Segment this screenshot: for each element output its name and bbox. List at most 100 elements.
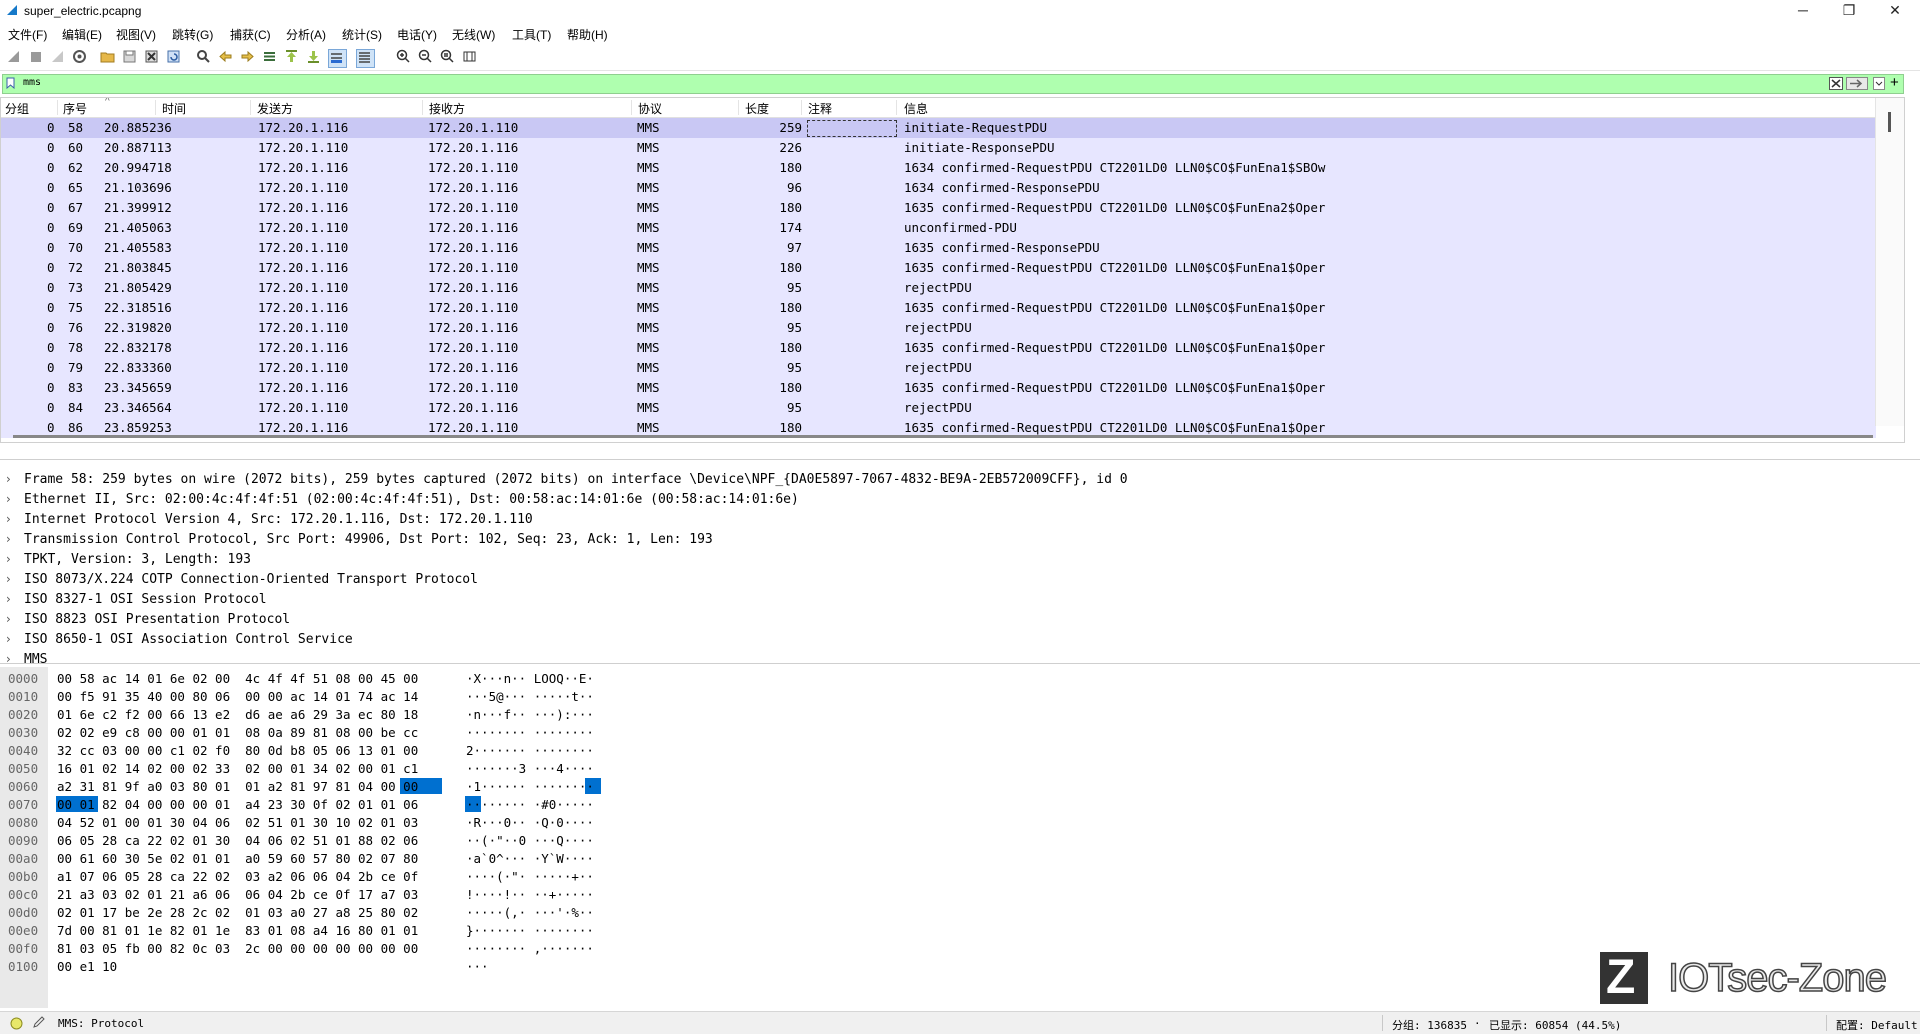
hex-bytes[interactable]: 21 a3 03 02 01 21 a6 06 06 04 2b ce 0f 1… — [57, 887, 418, 902]
packet-row[interactable]: 0 83 23.345659 172.20.1.116 172.20.1.110 MMS 1… — [1, 378, 1876, 398]
clear-filter-icon[interactable] — [1829, 77, 1843, 90]
hex-bytes[interactable]: 00 f5 91 35 40 00 80 06 00 00 ac 14 01 7… — [57, 689, 418, 704]
hex-bytes[interactable]: 02 01 17 be 2e 28 2c 02 01 03 a0 27 a8 2… — [57, 905, 418, 920]
filter-dropdown-icon[interactable] — [1873, 77, 1885, 90]
ascii-bytes[interactable]: ·a`0^··· ·Y`W···· — [466, 851, 594, 866]
packet-row[interactable]: 0 67 21.399912 172.20.1.116 172.20.1.110 MMS 1… — [1, 198, 1876, 218]
hex-bytes[interactable]: 02 02 e9 c8 00 00 01 01 08 0a 89 81 08 0… — [57, 725, 418, 740]
expand-arrow-icon[interactable]: › — [6, 612, 11, 626]
close-button[interactable]: ✕ — [1872, 0, 1918, 22]
go-back-icon[interactable] — [218, 49, 235, 66]
ascii-bytes[interactable]: ········ ·#0····· — [466, 797, 594, 812]
packet-row[interactable]: 0 58 20.885236 172.20.1.116 172.20.1.110 MMS 2… — [1, 118, 1876, 138]
edit-comment-icon[interactable] — [32, 1016, 45, 1029]
start-capture-icon[interactable] — [6, 49, 23, 66]
normal-size-icon[interactable] — [440, 49, 457, 66]
packet-row[interactable]: 0 62 20.994718 172.20.1.116 172.20.1.110 MMS 1… — [1, 158, 1876, 178]
expand-arrow-icon[interactable]: › — [6, 572, 11, 586]
hex-bytes[interactable]: a1 07 06 05 28 ca 22 02 03 a2 06 06 04 2… — [57, 869, 418, 884]
apply-filter-icon[interactable] — [1846, 77, 1868, 90]
restart-capture-icon[interactable] — [50, 49, 67, 66]
last-packet-icon[interactable] — [306, 49, 323, 66]
ascii-bytes[interactable]: }······· ········ — [466, 923, 594, 938]
ascii-bytes[interactable]: ···5@··· ·····t·· — [466, 689, 594, 704]
menu-capture[interactable]: 捕获(C) — [230, 26, 271, 43]
packet-list-hscroll[interactable] — [13, 435, 1873, 438]
open-file-icon[interactable] — [100, 49, 117, 66]
packet-row[interactable]: 0 60 20.887113 172.20.1.110 172.20.1.116 MMS 2… — [1, 138, 1876, 158]
zoom-in-icon[interactable] — [396, 49, 413, 66]
ascii-bytes[interactable]: ·····(,· ···'·%·· — [466, 905, 594, 920]
packet-row[interactable]: 0 76 22.319820 172.20.1.110 172.20.1.116 MMS 9… — [1, 318, 1876, 338]
menu-go[interactable]: 跳转(G) — [172, 26, 213, 43]
go-to-packet-icon[interactable] — [262, 49, 279, 66]
column-source[interactable]: 发送方 — [257, 100, 423, 116]
status-profile[interactable]: 配置: Default — [1836, 1017, 1918, 1033]
hex-bytes[interactable]: a2 31 81 9f a0 03 80 01 01 a2 81 97 81 0… — [57, 779, 418, 794]
ascii-bytes[interactable]: ········ ········ — [466, 725, 594, 740]
minimize-button[interactable]: ─ — [1780, 0, 1826, 22]
stop-capture-icon[interactable] — [28, 49, 45, 66]
column-info[interactable]: 信息 — [904, 100, 1864, 116]
column-destination[interactable]: 接收方 — [429, 100, 632, 116]
menu-wireless[interactable]: 无线(W) — [452, 26, 495, 43]
add-filter-button[interactable]: + — [1890, 74, 1899, 91]
packet-row[interactable]: 0 79 22.833360 172.20.1.110 172.20.1.116 MMS 9… — [1, 358, 1876, 378]
packet-row[interactable]: 0 73 21.805429 172.20.1.110 172.20.1.116 MMS 9… — [1, 278, 1876, 298]
ascii-bytes[interactable]: ·······3 ···4···· — [466, 761, 594, 776]
expand-arrow-icon[interactable]: › — [6, 492, 11, 506]
ascii-bytes[interactable]: ····(·"· ·····+·· — [466, 869, 594, 884]
ascii-bytes[interactable]: ··· — [466, 959, 489, 974]
go-forward-icon[interactable] — [240, 49, 257, 66]
find-packet-icon[interactable] — [196, 49, 213, 66]
expand-arrow-icon[interactable]: › — [6, 552, 11, 566]
packet-row[interactable]: 0 70 21.405583 172.20.1.110 172.20.1.116 MMS 9… — [1, 238, 1876, 258]
expand-arrow-icon[interactable]: › — [6, 592, 11, 606]
menu-tools[interactable]: 工具(T) — [512, 26, 551, 43]
display-filter-input[interactable]: mms — [23, 77, 41, 88]
packet-row[interactable]: 0 75 22.318516 172.20.1.116 172.20.1.110 MMS 1… — [1, 298, 1876, 318]
capture-options-icon[interactable] — [72, 49, 89, 66]
packet-row[interactable]: 0 84 23.346564 172.20.1.110 172.20.1.116 MMS 9… — [1, 398, 1876, 418]
hex-bytes[interactable]: 81 03 05 fb 00 82 0c 03 2c 00 00 00 00 0… — [57, 941, 418, 956]
packet-row[interactable]: 0 65 21.103696 172.20.1.110 172.20.1.116 MMS 9… — [1, 178, 1876, 198]
save-file-icon[interactable] — [122, 49, 139, 66]
expand-arrow-icon[interactable]: › — [6, 512, 11, 526]
comment-cell-focus[interactable] — [807, 120, 897, 137]
ascii-bytes[interactable]: !····!·· ··+····· — [466, 887, 594, 902]
packet-row[interactable]: 0 69 21.405063 172.20.1.110 172.20.1.116 MMS 1… — [1, 218, 1876, 238]
ascii-bytes[interactable]: ·n···f·· ···):··· — [466, 707, 594, 722]
reload-file-icon[interactable] — [166, 49, 183, 66]
close-file-icon[interactable] — [144, 49, 161, 66]
first-packet-icon[interactable] — [284, 49, 301, 66]
ascii-bytes[interactable]: ·1······ ········ — [466, 779, 594, 794]
maximize-button[interactable]: ❐ — [1826, 0, 1872, 22]
packet-row[interactable]: 0 78 22.832178 172.20.1.116 172.20.1.110 MMS 1… — [1, 338, 1876, 358]
expand-arrow-icon[interactable]: › — [6, 472, 11, 486]
expand-arrow-icon[interactable]: › — [6, 632, 11, 646]
expand-arrow-icon[interactable]: › — [6, 532, 11, 546]
ascii-bytes[interactable]: ·X···n·· LOOQ··E· — [466, 671, 594, 686]
packet-row[interactable]: 0 72 21.803845 172.20.1.116 172.20.1.110 MMS 1… — [1, 258, 1876, 278]
ascii-bytes[interactable]: ··(·"··0 ···Q···· — [466, 833, 594, 848]
column-protocol[interactable]: 协议 — [638, 100, 739, 116]
menu-view[interactable]: 视图(V) — [116, 26, 156, 43]
ascii-bytes[interactable]: ·R···0·· ·Q·0···· — [466, 815, 594, 830]
colorize-icon[interactable] — [356, 49, 375, 68]
column-length[interactable]: 长度 — [745, 100, 802, 116]
hex-bytes[interactable]: 04 52 01 00 01 30 04 06 02 51 01 30 10 0… — [57, 815, 418, 830]
column-time[interactable]: 时间 — [162, 100, 251, 116]
hex-bytes[interactable]: 00 58 ac 14 01 6e 02 00 4c 4f 4f 51 08 0… — [57, 671, 418, 686]
hex-bytes[interactable]: 01 6e c2 f2 00 66 13 e2 d6 ae a6 29 3a e… — [57, 707, 418, 722]
ascii-bytes[interactable]: ········ ,······· — [466, 941, 594, 956]
menu-analyze[interactable]: 分析(A) — [286, 26, 326, 43]
menu-help[interactable]: 帮助(H) — [567, 26, 608, 43]
expert-info-icon[interactable] — [10, 1017, 23, 1030]
hex-bytes[interactable]: 00 01 82 04 00 00 00 01 a4 23 30 0f 02 0… — [57, 797, 418, 812]
expand-arrow-icon[interactable]: › — [6, 652, 11, 666]
packet-list-vscroll[interactable] — [1875, 98, 1904, 426]
column-comment[interactable]: 注释 — [808, 100, 897, 116]
zoom-out-icon[interactable] — [418, 49, 435, 66]
hex-bytes[interactable]: 06 05 28 ca 22 02 01 30 04 06 02 51 01 8… — [57, 833, 418, 848]
menu-statistics[interactable]: 统计(S) — [342, 26, 382, 43]
